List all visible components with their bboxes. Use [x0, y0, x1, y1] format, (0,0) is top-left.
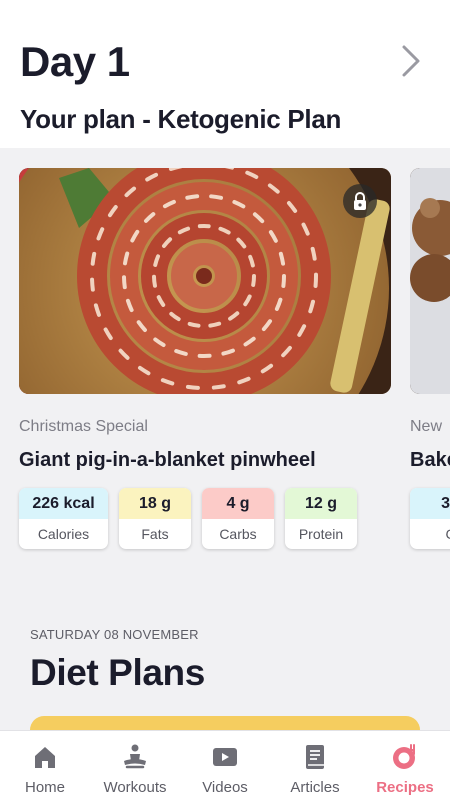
recipe-image[interactable] [19, 168, 391, 394]
home-icon [31, 743, 59, 771]
tab-label: Recipes [376, 779, 434, 796]
tab-workouts[interactable]: Workouts [90, 731, 180, 800]
day-title: Day 1 [20, 38, 130, 85]
section-date: SATURDAY 08 NOVEMBER [30, 627, 199, 642]
macro-list: 308 Ca [410, 488, 450, 549]
bottom-tab-bar: Home Workouts Videos Articles Recipes [0, 730, 450, 800]
recipe-carousel[interactable]: Christmas Special Giant pig-in-a-blanket… [0, 148, 450, 588]
macro-value: 18 g [119, 488, 191, 519]
recipe-image[interactable] [410, 168, 450, 394]
macro-carbs: 4 g Carbs [202, 488, 274, 549]
macro-calories: 226 kcal Calories [19, 488, 108, 549]
recipe-category: New [410, 418, 443, 435]
tab-videos[interactable]: Videos [180, 731, 270, 800]
plan-title: Your plan - Ketogenic Plan [20, 104, 342, 134]
recipe-title[interactable]: Giant pig-in-a-blanket pinwheel [19, 449, 316, 472]
recipes-icon [391, 743, 419, 771]
tab-label: Workouts [103, 779, 167, 796]
tab-label: Home [24, 779, 65, 796]
video-icon [211, 743, 239, 771]
macro-list: 226 kcal Calories 18 g Fats 4 g Carbs 12… [19, 488, 357, 549]
lock-icon [343, 184, 377, 218]
recipe-card[interactable]: Christmas Special Giant pig-in-a-blanket… [19, 168, 391, 549]
macro-calories: 308 Ca [410, 488, 450, 549]
macro-label: Carbs [219, 526, 257, 542]
macro-protein: 12 g Protein [285, 488, 357, 549]
meditation-icon [121, 743, 149, 771]
day-header: Day 1 Your plan - Ketogenic Plan [0, 0, 450, 148]
section-title: Diet Plans [30, 652, 205, 693]
macro-fats: 18 g Fats [119, 488, 191, 549]
book-icon [301, 743, 329, 771]
recipe-card[interactable]: New Bake 308 Ca [410, 168, 450, 549]
tab-recipes[interactable]: Recipes [360, 731, 450, 800]
recipe-title[interactable]: Bake [410, 449, 450, 472]
macro-value: 226 kcal [19, 488, 108, 519]
tab-articles[interactable]: Articles [270, 731, 360, 800]
macro-label: Protein [298, 526, 344, 542]
tab-label: Videos [202, 779, 248, 796]
macro-value: 12 g [285, 488, 357, 519]
macro-value: 308 [410, 488, 450, 519]
macro-label: Ca [410, 519, 450, 549]
chevron-right-icon[interactable] [398, 44, 424, 78]
macro-value: 4 g [202, 488, 274, 519]
macro-label: Fats [141, 526, 169, 542]
tab-home[interactable]: Home [0, 731, 90, 800]
macro-label: Calories [37, 526, 90, 542]
tab-label: Articles [290, 779, 340, 796]
recipe-category: Christmas Special [19, 418, 148, 435]
